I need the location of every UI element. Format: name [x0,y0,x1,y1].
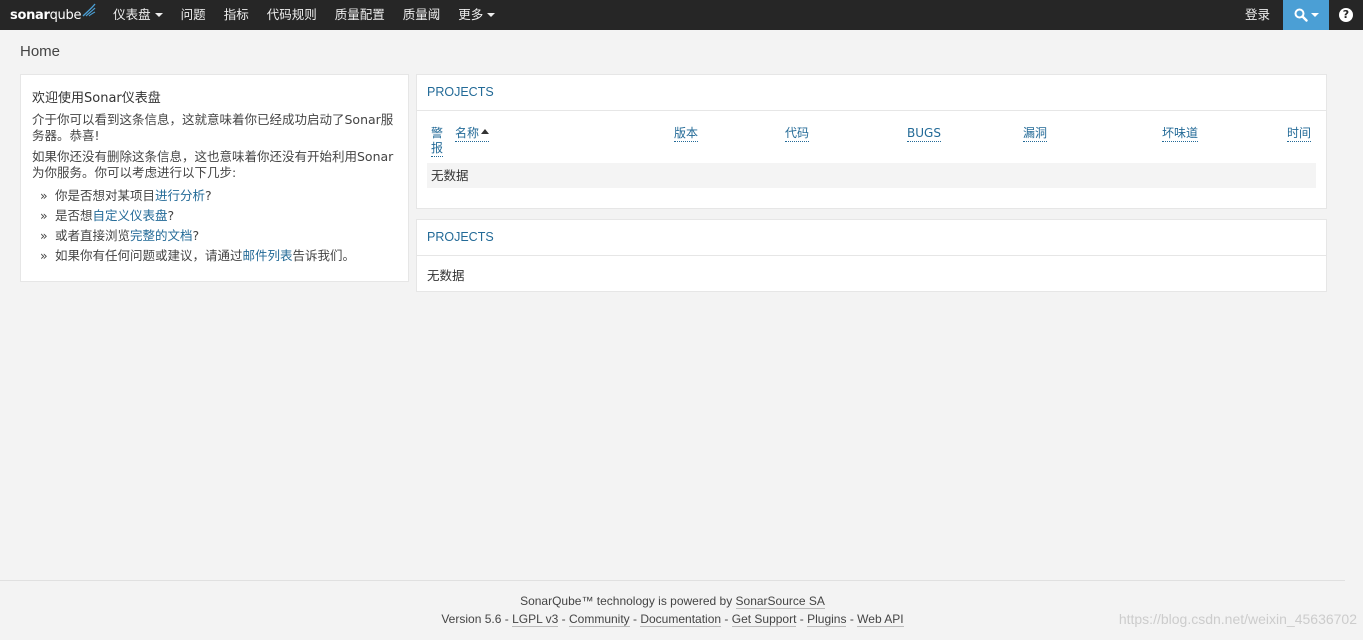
license-link[interactable]: LGPL v3 [512,612,559,627]
column-version[interactable]: 版本 [674,126,699,142]
column-bugs[interactable]: BUGS [907,126,941,142]
list-item: » 你是否想对某项目进行分析? [32,186,397,206]
page-title: Home [20,43,61,60]
chevron-down-icon [487,13,496,17]
nav-quality-gates[interactable]: 质量阈 [394,0,450,30]
footer-powered-by: SonarQube™ technology is powered by Sona… [520,594,825,609]
column-vulnerabilities[interactable]: 漏洞 [1023,126,1048,142]
documentation-footer-link[interactable]: Documentation [640,612,722,627]
chevron-down-icon [154,13,163,17]
widget-title: PROJECTS [417,220,1326,256]
logo-text: sonarqube [10,7,82,23]
mailing-list-link[interactable]: 邮件列表 [243,248,293,263]
nav-dashboards[interactable]: 仪表盘 [104,0,172,30]
analyze-project-link[interactable]: 进行分析 [155,188,205,203]
search-button[interactable] [1283,0,1329,30]
nav-quality-profiles[interactable]: 质量配置 [326,0,394,30]
bullet-icon: » [40,188,48,203]
logo-waves-icon [82,3,96,17]
bullet-icon: » [40,228,48,243]
list-item: » 如果你有任何问题或建议，请通过邮件列表告诉我们。 [32,246,397,266]
column-name[interactable]: 名称 [455,126,490,142]
projects-widget-2: PROJECTS 无数据 [416,219,1327,292]
list-item: » 是否想自定义仪表盘? [32,206,397,226]
get-support-link[interactable]: Get Support [731,612,797,627]
top-navbar: sonarqube 仪表盘 问题 指标 代码规则 质量配置 质量阈 更多 登录 … [0,0,1363,30]
sonarsource-link[interactable]: SonarSource SA [735,594,825,609]
column-code-smells[interactable]: 坏味道 [1162,126,1199,142]
plugins-link[interactable]: Plugins [807,612,847,627]
welcome-paragraph-1: 介于你可以看到这条信息，这就意味着你已经成功启动了Sonar服务器。恭喜! [32,112,394,143]
chevron-down-icon [1310,13,1319,17]
bullet-icon: » [40,248,48,263]
nav-rules[interactable]: 代码规则 [258,0,326,30]
column-alert[interactable]: 警报 [431,126,447,157]
welcome-heading: 欢迎使用Sonar仪表盘 [32,91,161,106]
nav-measures[interactable]: 指标 [215,0,258,30]
list-item: » 或者直接浏览完整的文档? [32,226,397,246]
search-icon [1294,8,1308,22]
footer: SonarQube™ technology is powered by Sona… [0,580,1345,640]
help-icon: ? [1339,8,1353,22]
widget-title: PROJECTS [417,75,1326,111]
column-code[interactable]: 代码 [785,126,810,142]
table-header: 警报 名称 版本 代码 BUGS 漏洞 坏味道 时间 [417,111,1326,163]
watermark-text: https://blog.csdn.net/weixin_45636702 [1118,611,1357,627]
nav-more[interactable]: 更多 [449,0,504,30]
projects-table-widget: PROJECTS 警报 名称 版本 代码 BUGS 漏洞 坏味道 时间 无数据 [416,74,1327,209]
community-link[interactable]: Community [568,612,630,627]
welcome-widget: 欢迎使用Sonar仪表盘 介于你可以看到这条信息，这就意味着你已经成功启动了So… [20,74,409,282]
web-api-link[interactable]: Web API [857,612,904,627]
version-text: Version 5.6 [441,612,502,626]
login-link[interactable]: 登录 [1232,0,1283,30]
help-button[interactable]: ? [1329,0,1363,30]
bullet-icon: » [40,208,48,223]
customize-dashboard-link[interactable]: 自定义仪表盘 [93,208,168,223]
documentation-link[interactable]: 完整的文档 [130,228,193,243]
sonarqube-logo[interactable]: sonarqube [0,0,104,30]
welcome-list: » 你是否想对某项目进行分析? » 是否想自定义仪表盘? » 或者直接浏览完整的… [32,186,397,266]
nav-issues[interactable]: 问题 [172,0,215,30]
empty-state: 无数据 [427,163,1316,188]
empty-state: 无数据 [427,268,465,283]
sort-ascending-icon [481,129,490,134]
column-time[interactable]: 时间 [1287,126,1312,142]
welcome-paragraph-2: 如果你还没有删除这条信息，这也意味着你还没有开始利用Sonar为你服务。你可以考… [32,149,394,180]
